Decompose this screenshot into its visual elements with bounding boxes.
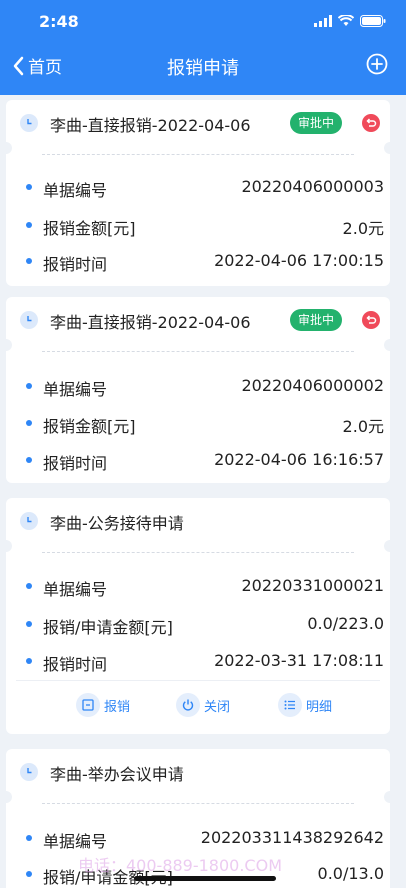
- field-row: 报销时间 2022-04-06 16:16:57: [24, 448, 384, 474]
- field-label: 单据编号: [43, 832, 108, 851]
- revoke-icon[interactable]: [362, 114, 380, 132]
- plus-circle-icon: [366, 53, 388, 75]
- field-value: 2022-04-06 16:16:57: [214, 450, 384, 469]
- wifi-icon: [338, 15, 354, 26]
- field-row: 报销/申请金额[元] 0.0/223.0: [24, 612, 384, 638]
- field-value: 2.0元: [342, 417, 384, 436]
- field-label: 单据编号: [43, 181, 108, 200]
- home-indicator[interactable]: [134, 876, 276, 881]
- field-value: 0.0/223.0: [307, 614, 384, 633]
- divider: [42, 552, 354, 553]
- card-title: 李曲-直接报销-2022-04-06: [50, 313, 251, 332]
- field-row: 报销时间 2022-04-06 17:00:15: [24, 249, 384, 275]
- field-label: 报销金额[元]: [43, 219, 136, 238]
- status-badge: 审批中: [290, 309, 343, 331]
- signal-icon: [314, 15, 332, 27]
- revoke-icon[interactable]: [362, 311, 380, 329]
- close-button[interactable]: 关闭: [176, 693, 230, 717]
- field-value: 2.0元: [342, 219, 384, 238]
- expense-card[interactable]: 李曲-直接报销-2022-04-06 审批中 单据编号 2022040600000…: [0, 297, 396, 483]
- field-row: 单据编号 20220406000003: [24, 175, 384, 201]
- field-row: 单据编号 20220331143829264​2: [24, 826, 384, 852]
- status-icons: [314, 15, 386, 27]
- field-value: 0.0/13.0: [317, 864, 384, 883]
- add-button[interactable]: [366, 53, 388, 79]
- divider: [42, 803, 354, 804]
- field-label: 报销/申请金额[元]: [43, 618, 173, 637]
- field-row: 单据编号 20220331000021: [24, 574, 384, 600]
- field-value: 20220331143829264​2: [200, 828, 384, 847]
- divider: [42, 351, 354, 352]
- divider: [42, 154, 354, 155]
- detail-button[interactable]: 明细: [278, 693, 332, 717]
- power-icon: [176, 693, 200, 717]
- card-title: 李曲-公务接待申请: [50, 514, 184, 533]
- watermark: 电话：400-889-1800.COM: [78, 856, 283, 875]
- field-value: 2022-03-31 17:08:11: [214, 651, 384, 670]
- card-title: 李曲-举办会议申请: [50, 765, 184, 784]
- navigation-bar: 首页 报销申请: [0, 50, 406, 84]
- clock-icon: [20, 114, 38, 132]
- card-header: 李曲-举办会议申请: [6, 749, 390, 797]
- receipt-icon: [76, 693, 100, 717]
- battery-icon: [360, 15, 386, 27]
- reimburse-label: 报销: [104, 699, 131, 715]
- field-value: 20220406000002: [241, 376, 384, 395]
- expense-card[interactable]: 李曲-公务接待申请 单据编号 20220331000021 报销/申请金额[元] 0…: [0, 498, 396, 734]
- close-label: 关闭: [204, 699, 231, 715]
- status-bar: 2:48: [0, 10, 406, 36]
- field-row: 报销金额[元] 2.0元: [24, 213, 384, 239]
- card-header: 李曲-公务接待申请: [6, 498, 390, 546]
- field-label: 报销时间: [43, 255, 108, 274]
- card-header: 李曲-直接报销-2022-04-06 审批中: [6, 297, 390, 345]
- reimburse-button[interactable]: 报销: [76, 693, 130, 717]
- header-bar: 2:48 首页 报销申请: [0, 0, 406, 95]
- field-label: 单据编号: [43, 380, 108, 399]
- page-title: 报销申请: [167, 58, 239, 79]
- field-label: 报销时间: [43, 655, 108, 674]
- clock-icon: [20, 512, 38, 530]
- clock-icon: [20, 311, 38, 329]
- status-time: 2:48: [39, 12, 79, 31]
- field-label: 报销时间: [43, 454, 108, 473]
- detail-label: 明细: [306, 699, 333, 715]
- card-title: 李曲-直接报销-2022-04-06: [50, 116, 251, 135]
- field-label: 单据编号: [43, 580, 108, 599]
- card-header: 李曲-直接报销-2022-04-06 审批中: [6, 100, 390, 148]
- list-icon: [278, 693, 302, 717]
- field-row: 报销金额[元] 2.0元: [24, 411, 384, 437]
- expense-card[interactable]: 李曲-直接报销-2022-04-06 审批中 单据编号 2022040600000…: [0, 100, 396, 286]
- field-label: 报销金额[元]: [43, 417, 136, 436]
- field-value: 20220331000021: [241, 576, 384, 595]
- clock-icon: [20, 763, 38, 781]
- field-value: 2022-04-06 17:00:15: [214, 251, 384, 270]
- card-actions: 报销 关闭 明细: [16, 680, 380, 724]
- field-value: 20220406000003: [241, 177, 384, 196]
- status-badge: 审批中: [290, 112, 343, 134]
- field-row: 单据编号 20220406000002: [24, 374, 384, 400]
- field-row: 报销时间 2022-03-31 17:08:11: [24, 649, 384, 675]
